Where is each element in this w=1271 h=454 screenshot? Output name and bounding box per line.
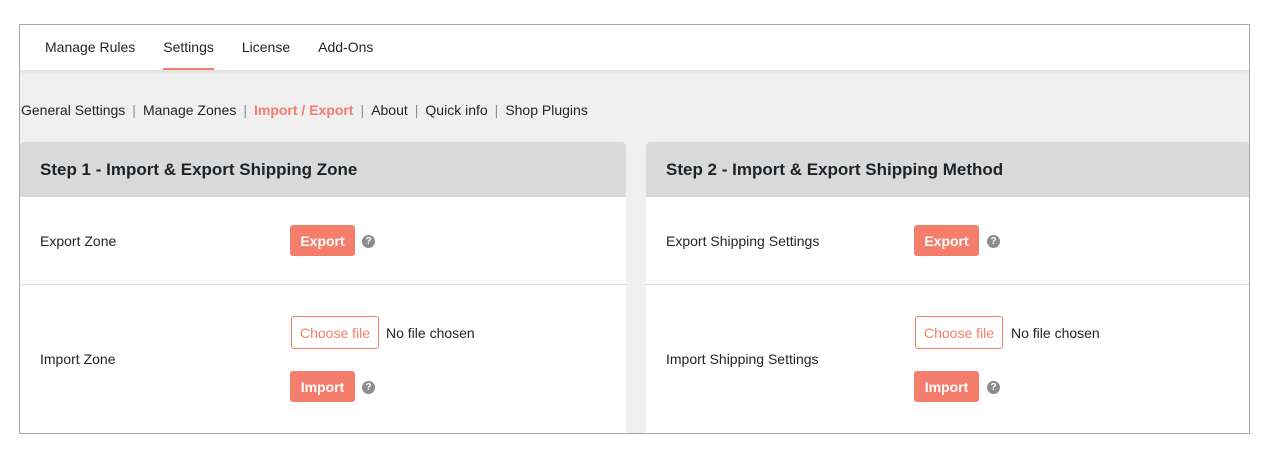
- export-zone-button[interactable]: Export: [290, 225, 355, 256]
- tab-label: Settings: [163, 38, 214, 55]
- step1-title: Step 1 - Import & Export Shipping Zone: [20, 142, 626, 197]
- export-shipping-row: Export Shipping Settings Export ?: [646, 197, 1249, 285]
- choose-file-button[interactable]: Choose file: [915, 316, 1003, 349]
- tab-add-ons[interactable]: Add-Ons: [318, 25, 373, 70]
- file-status: No file chosen: [386, 325, 475, 341]
- step2-panel: Step 2 - Import & Export Shipping Method…: [646, 142, 1249, 433]
- subnav-shop-plugins[interactable]: Shop Plugins: [505, 102, 588, 118]
- subnav-separator: |: [494, 102, 499, 118]
- tab-label: License: [241, 38, 291, 55]
- import-shipping-button[interactable]: Import: [914, 371, 979, 402]
- tab-label: Manage Rules: [45, 38, 136, 55]
- top-tab-bar: Manage Rules Settings License Add-Ons: [20, 25, 1249, 70]
- import-shipping-label: Import Shipping Settings: [666, 351, 819, 367]
- subnav-separator: |: [414, 102, 419, 118]
- tab-license[interactable]: License: [242, 25, 290, 70]
- subnav-separator: |: [360, 102, 365, 118]
- import-zone-button[interactable]: Import: [290, 371, 355, 402]
- settings-frame: Manage Rules Settings License Add-Ons Ge…: [19, 24, 1250, 434]
- choose-file-button[interactable]: Choose file: [291, 316, 379, 349]
- subnav-quick-info[interactable]: Quick info: [425, 102, 487, 118]
- tab-label: Add-Ons: [318, 38, 374, 55]
- settings-subnav: General Settings | Manage Zones | Import…: [21, 100, 588, 120]
- export-zone-row: Export Zone Export ?: [20, 197, 626, 285]
- step2-title: Step 2 - Import & Export Shipping Method: [646, 142, 1249, 197]
- subnav-import-export[interactable]: Import / Export: [254, 102, 354, 118]
- subnav-separator: |: [243, 102, 247, 118]
- help-circle-icon[interactable]: ?: [362, 381, 375, 394]
- import-shipping-row: Import Shipping Settings Choose file No …: [646, 285, 1249, 433]
- tab-manage-rules[interactable]: Manage Rules: [45, 25, 135, 70]
- help-circle-icon[interactable]: ?: [362, 235, 375, 248]
- export-zone-label: Export Zone: [40, 233, 117, 249]
- export-shipping-button[interactable]: Export: [914, 225, 979, 256]
- export-shipping-label: Export Shipping Settings: [666, 233, 820, 249]
- help-circle-icon[interactable]: ?: [987, 235, 1000, 248]
- help-circle-icon[interactable]: ?: [987, 381, 1000, 394]
- file-status: No file chosen: [1011, 325, 1100, 341]
- subnav-manage-zones[interactable]: Manage Zones: [143, 102, 236, 118]
- subnav-general-settings[interactable]: General Settings: [21, 102, 125, 118]
- tab-settings[interactable]: Settings: [163, 25, 214, 70]
- step1-panel: Step 1 - Import & Export Shipping Zone E…: [20, 142, 626, 433]
- import-zone-row: Import Zone Choose file No file chosen I…: [20, 285, 626, 433]
- import-zone-label: Import Zone: [40, 351, 116, 367]
- subnav-about[interactable]: About: [371, 102, 408, 118]
- subnav-separator: |: [132, 102, 136, 118]
